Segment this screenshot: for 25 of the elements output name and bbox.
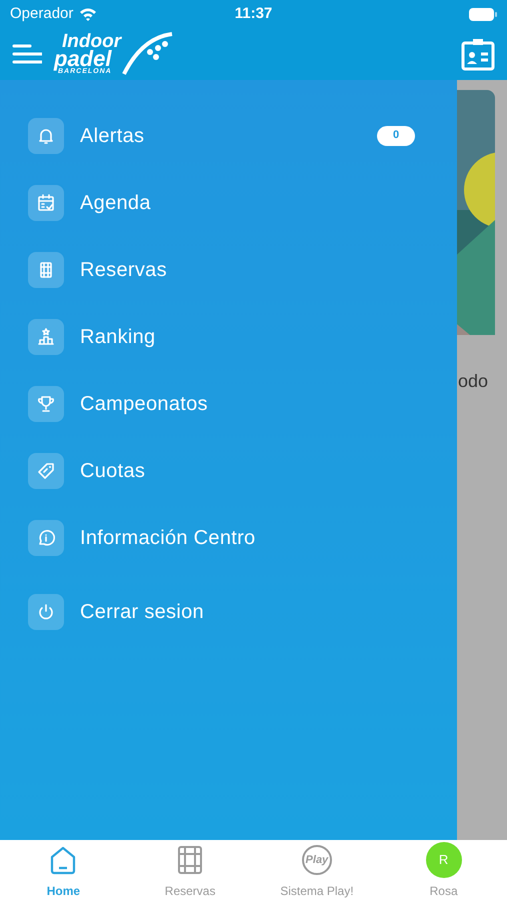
battery-icon — [469, 8, 498, 20]
avatar: R — [426, 842, 462, 878]
menu-item[interactable]: Campeonatos — [0, 370, 457, 437]
clock-time: 11:37 — [234, 4, 272, 24]
carrier-name: Operador — [10, 4, 74, 24]
menu-item[interactable]: Agenda — [0, 169, 457, 236]
play-logo: Play — [302, 845, 332, 875]
card-title: odo — [458, 370, 488, 393]
menu-item[interactable]: Reservas — [0, 236, 457, 303]
tab[interactable]: R Rosa — [380, 840, 507, 900]
count-badge: 0 — [377, 126, 415, 146]
tab[interactable]: Home — [0, 840, 127, 900]
tab[interactable]: Play Sistema Play! — [254, 840, 380, 900]
menu-item[interactable]: Cuotas — [0, 437, 457, 504]
menu-item[interactable]: Información Centro — [0, 504, 457, 571]
tab[interactable]: Reservas — [126, 840, 254, 900]
menu-item[interactable]: Cerrar sesion — [0, 578, 457, 645]
wifi-icon — [79, 7, 98, 21]
menu-icon[interactable] — [12, 43, 42, 65]
calendar-icon — [35, 192, 57, 214]
menu-item[interactable]: Ranking — [0, 303, 457, 370]
id-card-icon[interactable] — [461, 37, 495, 71]
home-icon — [49, 845, 78, 875]
menu-item[interactable]: Alertas 0 — [0, 102, 457, 169]
court-icon — [177, 845, 204, 875]
